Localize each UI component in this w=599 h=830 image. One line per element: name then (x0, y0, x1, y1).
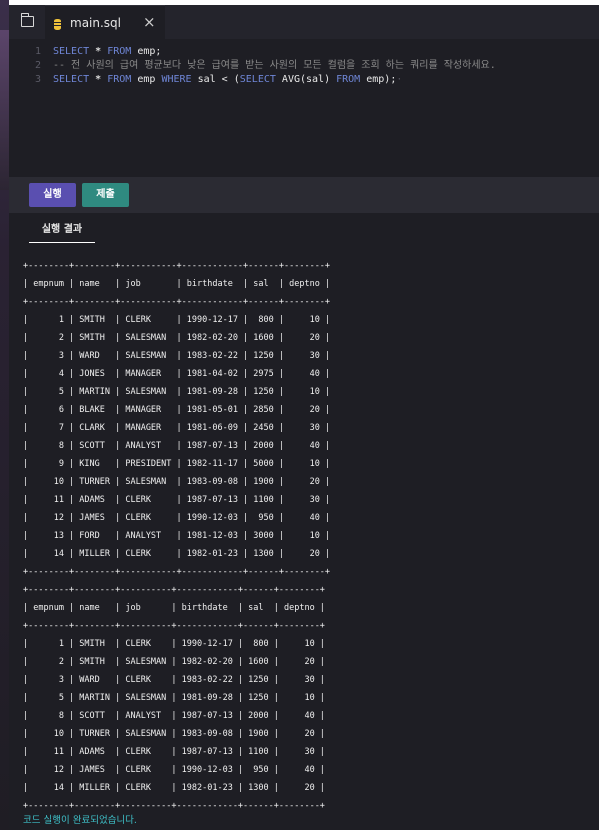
code-text: SELECT * FROM emp WHERE sal < (SELECT AV… (53, 73, 402, 87)
code-token: emp (137, 74, 156, 85)
tab-label: main.sql (70, 16, 121, 30)
table-border: +--------+--------+----------+----------… (23, 801, 325, 811)
table-border: +--------+--------+-----------+---------… (23, 261, 331, 271)
background-decoration (0, 30, 9, 190)
table-row: | 6 | BLAKE | MANAGER | 1981-05-01 | 285… (23, 405, 331, 415)
table-row: | 12 | JAMES | CLERK | 1990-12-03 | 950 … (23, 765, 325, 775)
code-line[interactable]: 3 SELECT * FROM emp WHERE sal < (SELECT A… (9, 73, 599, 87)
background-strip (0, 0, 9, 830)
table-border: +--------+--------+----------+----------… (23, 585, 325, 595)
tab-main-sql[interactable]: main.sql × (45, 5, 165, 39)
table-row: | 10 | TURNER | SALESMAN | 1983-09-08 | … (23, 477, 331, 487)
table-row: | empnum | name | job | birthdate | sal … (23, 603, 325, 613)
table-row: | 14 | MILLER | CLERK | 1982-01-23 | 130… (23, 783, 325, 793)
table-row: | 1 | SMITH | CLERK | 1990-12-17 | 800 |… (23, 639, 325, 649)
code-token: SELECT (239, 74, 276, 85)
code-text: -- 전 사원의 급여 평균보다 낮은 급여를 받는 사원의 모든 컬럼을 조회… (53, 59, 496, 73)
submit-button[interactable]: 제출 (82, 183, 129, 207)
table-row: | 2 | SMITH | SALESMAN | 1982-02-20 | 16… (23, 657, 325, 667)
table-row: | 7 | CLARK | MANAGER | 1981-06-09 | 245… (23, 423, 331, 433)
code-token: FROM (107, 46, 132, 57)
table-border: +--------+--------+-----------+---------… (23, 567, 331, 577)
code-token: -- 전 사원의 급여 평균보다 낮은 급여를 받는 사원의 모든 컬럼을 조회… (53, 60, 496, 71)
table-row: | 5 | MARTIN | SALESMAN | 1981-09-28 | 1… (23, 387, 331, 397)
code-token: AVG(sal) (281, 74, 331, 85)
code-token: sal (197, 74, 216, 85)
run-button[interactable]: 실행 (29, 183, 76, 207)
table-row: | 11 | ADAMS | CLERK | 1987-07-13 | 1100… (23, 495, 331, 505)
code-line[interactable]: 1 SELECT * FROM emp; (9, 45, 599, 59)
table-row: | 13 | FORD | ANALYST | 1981-12-03 | 300… (23, 531, 331, 541)
table-row: | 3 | WARD | SALESMAN | 1983-02-22 | 125… (23, 351, 331, 361)
tab-bar: main.sql × (9, 5, 599, 39)
code-line[interactable]: 2 -- 전 사원의 급여 평균보다 낮은 급여를 받는 사원의 모든 컬럼을 조… (9, 59, 599, 73)
close-icon[interactable]: × (143, 13, 156, 31)
code-token: FROM (107, 74, 132, 85)
code-token: emp); (366, 74, 397, 85)
code-token: SELECT (53, 46, 90, 57)
folder-icon[interactable] (20, 13, 34, 27)
table-row: | 14 | MILLER | CLERK | 1982-01-23 | 130… (23, 549, 331, 559)
table-row: | 12 | JAMES | CLERK | 1990-12-03 | 950 … (23, 513, 331, 523)
tab-execution-result[interactable]: 실행 결과 (29, 221, 95, 243)
database-icon (54, 19, 61, 30)
code-token: emp; (137, 46, 162, 57)
table-row: | empnum | name | job | birthdate | sal … (23, 279, 331, 289)
table-row: | 10 | TURNER | SALESMAN | 1983-09-08 | … (23, 729, 325, 739)
code-token: FROM (336, 74, 361, 85)
action-toolbar: 실행 제출 (9, 177, 599, 213)
line-number: 1 (34, 46, 41, 57)
code-token: · (396, 74, 403, 85)
table-row: | 4 | JONES | MANAGER | 1981-04-02 | 297… (23, 369, 331, 379)
code-text: SELECT * FROM emp; (53, 45, 161, 59)
results-panel: 실행 결과 코드 실행이 완료되었습니다. +--------+--------… (9, 213, 599, 830)
line-number: 3 (34, 74, 41, 85)
code-editor[interactable]: 1 SELECT * FROM emp; 2 -- 전 사원의 급여 평균보다 낮은 … (9, 39, 599, 177)
table-border: +--------+--------+----------+----------… (23, 621, 325, 631)
table-row: | 5 | MARTIN | SALESMAN | 1981-09-28 | 1… (23, 693, 325, 703)
table-border: +--------+--------+-----------+---------… (23, 297, 331, 307)
table-row: | 2 | SMITH | SALESMAN | 1982-02-20 | 16… (23, 333, 331, 343)
code-token: WHERE (161, 74, 192, 85)
table-row: | 9 | KING | PRESIDENT | 1982-11-17 | 50… (23, 459, 331, 469)
table-row: | 11 | ADAMS | CLERK | 1987-07-13 | 1100… (23, 747, 325, 757)
table-row: | 1 | SMITH | CLERK | 1990-12-17 | 800 |… (23, 315, 331, 325)
table-row: | 8 | SCOTT | ANALYST | 1987-07-13 | 200… (23, 441, 331, 451)
table-row: | 3 | WARD | CLERK | 1983-02-22 | 1250 |… (23, 675, 325, 685)
code-token: SELECT (53, 74, 90, 85)
table-row: | 8 | SCOTT | ANALYST | 1987-07-13 | 200… (23, 711, 325, 721)
sql-editor-app: main.sql × 1 SELECT * FROM emp; 2 -- 전 사원의 … (9, 5, 599, 830)
line-number: 2 (34, 60, 41, 71)
